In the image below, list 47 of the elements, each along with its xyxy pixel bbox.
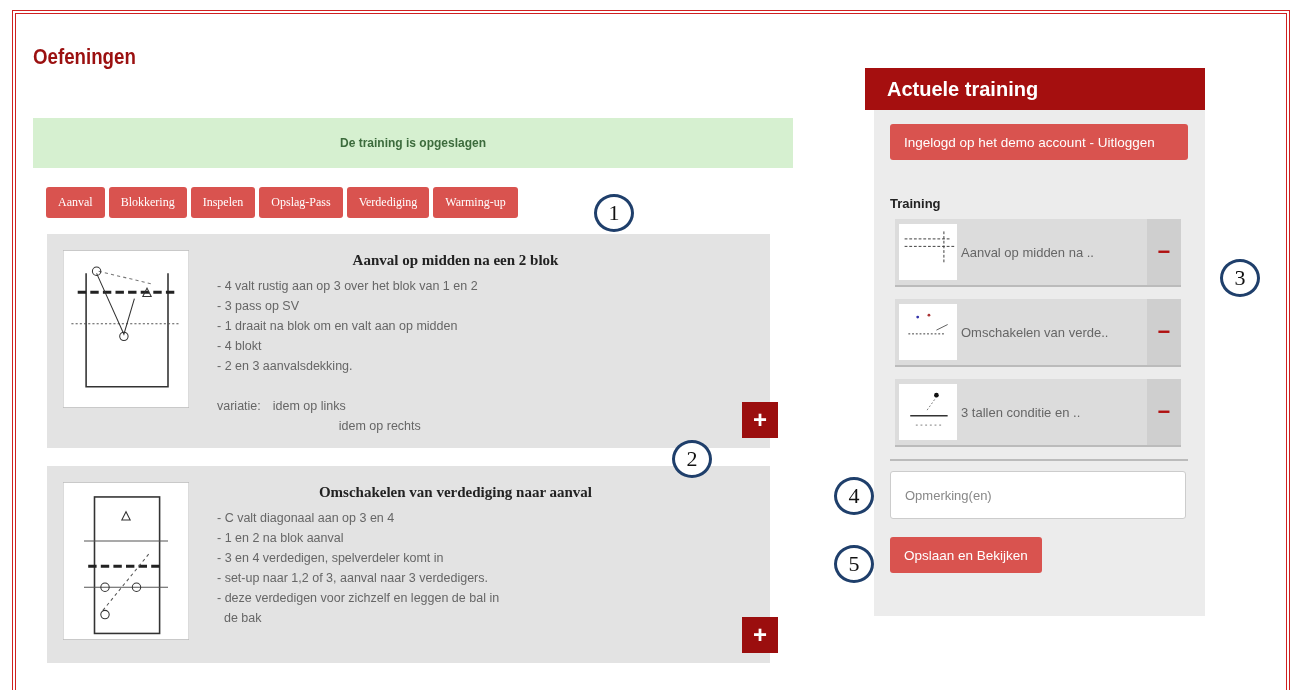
category-button[interactable]: Warming-up bbox=[433, 186, 518, 218]
description-line: - 2 en 3 aanvalsdekking. bbox=[217, 358, 354, 375]
callout-marker: 1 bbox=[594, 194, 634, 232]
variation-label: variatie: bbox=[217, 398, 261, 415]
category-button[interactable]: Aanval bbox=[46, 186, 105, 218]
variation-text: idem op rechts bbox=[337, 418, 421, 435]
save-button[interactable]: Opslaan en Bekijken bbox=[890, 537, 1042, 573]
logout-button[interactable]: Ingelogd op het demo account - Uitloggen bbox=[890, 124, 1188, 160]
description-line: - 4 blokt bbox=[217, 338, 263, 355]
item-title: Omschakelen van verde.. bbox=[961, 324, 1110, 340]
training-item[interactable]: Aanval op midden na .. − bbox=[895, 219, 1181, 287]
court-thumbnail bbox=[899, 384, 957, 440]
callout-marker: 5 bbox=[834, 545, 874, 583]
callout-marker: 3 bbox=[1220, 259, 1260, 297]
category-button[interactable]: Verdediging bbox=[346, 186, 430, 218]
description-line: - C valt diagonaal aan op 3 en 4 bbox=[217, 510, 396, 527]
remove-button[interactable]: − bbox=[1147, 219, 1181, 285]
description-line: - 1 draait na blok om en valt aan op midden bbox=[217, 318, 459, 335]
remarks-field[interactable]: Opmerking(en) bbox=[890, 471, 1186, 519]
remove-button[interactable]: − bbox=[1147, 299, 1181, 365]
page-title: Oefeningen bbox=[33, 44, 136, 70]
exercise-title: Aanval op midden na een 2 blok bbox=[351, 251, 560, 270]
description-line: - deze verdedigen voor zichzelf en leggen de bal in bbox=[217, 590, 501, 607]
category-button[interactable]: Inspelen bbox=[190, 186, 256, 218]
description-line: de bak bbox=[222, 610, 263, 627]
description-line: - 1 en 2 na blok aanval bbox=[217, 530, 345, 547]
section-label: Training bbox=[890, 196, 941, 211]
category-button[interactable]: Blokkering bbox=[108, 186, 187, 218]
description-line: - 4 valt rustig aan op 3 over het blok van 1 en 2 bbox=[217, 278, 479, 295]
add-button[interactable]: + bbox=[742, 617, 778, 653]
remove-button[interactable]: − bbox=[1147, 379, 1181, 445]
add-button[interactable]: + bbox=[742, 402, 778, 438]
description-line: - set-up naar 1,2 of 3, aanval naar 3 verdedigers. bbox=[217, 570, 489, 587]
exercise-title: Omschakelen van verdediging naar aanval bbox=[317, 483, 594, 502]
training-item[interactable]: 3 tallen conditie en .. − bbox=[895, 379, 1181, 447]
category-button[interactable]: Opslag-Pass bbox=[259, 186, 343, 218]
callout-marker: 4 bbox=[834, 477, 874, 515]
court-thumbnail bbox=[899, 224, 957, 280]
success-alert: De training is opgeslagen bbox=[33, 118, 793, 168]
item-title: 3 tallen conditie en .. bbox=[961, 404, 1082, 420]
panel-header: Actuele training bbox=[865, 68, 1205, 110]
description-line: - 3 pass op SV bbox=[217, 298, 300, 315]
variation-text: idem op links bbox=[272, 398, 347, 415]
item-title: Aanval op midden na .. bbox=[961, 244, 1095, 260]
description-line: - 3 en 4 verdedigen, spelverdeler komt in bbox=[217, 550, 445, 567]
court-thumbnail bbox=[899, 304, 957, 360]
training-item[interactable]: Omschakelen van verde.. − bbox=[895, 299, 1181, 367]
